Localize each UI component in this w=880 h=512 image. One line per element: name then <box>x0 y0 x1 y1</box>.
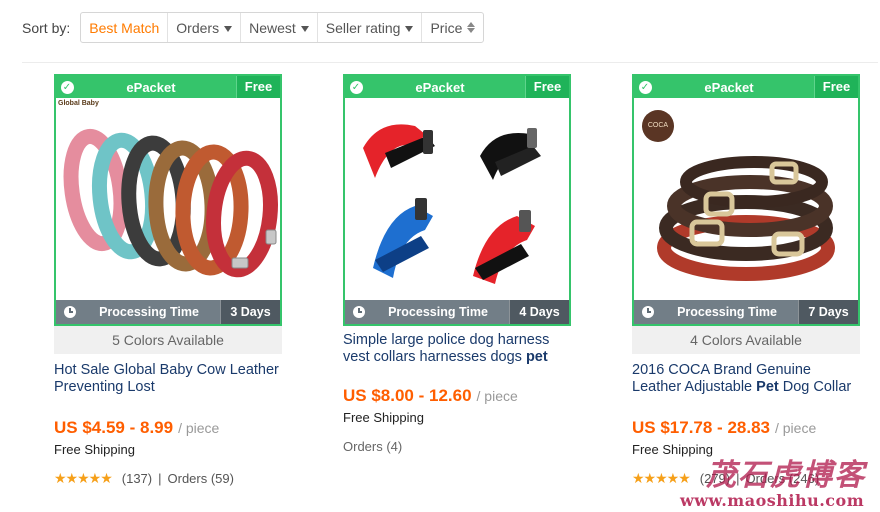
epacket-label: ePacket <box>415 79 465 95</box>
free-shipping: Free Shipping <box>343 410 424 425</box>
separator: | <box>158 471 162 486</box>
colors-available[interactable]: 5 Colors Available <box>54 326 282 354</box>
epacket-label: ePacket <box>126 79 176 95</box>
epacket-label: ePacket <box>704 79 754 95</box>
product-card: COCA ✓ ePacket Free Processing Time 7 Da… <box>632 74 860 487</box>
check-circle-icon: ✓ <box>634 80 656 94</box>
price-row: US $17.78 - 28.83 / piece <box>632 418 860 438</box>
product-price: US $17.78 - 28.83 <box>632 418 770 437</box>
epacket-banner: ✓ ePacket Free <box>345 76 569 98</box>
processing-time-label: Processing Time <box>388 305 488 319</box>
processing-time-label: Processing Time <box>677 305 777 319</box>
sort-price-label: Price <box>430 19 463 36</box>
product-title-link[interactable]: 2016 COCA Brand Genuine Leather Adjustab… <box>632 362 860 396</box>
sort-options: Best Match Orders Newest Seller rating P… <box>80 12 485 43</box>
title-text-end: Dog Collar <box>778 379 852 395</box>
orders-count[interactable]: Orders (59) <box>168 471 234 486</box>
product-card: Global Baby ✓ ePacket Free Processing Ti… <box>54 74 282 487</box>
product-image-harnesses[interactable] <box>345 98 569 300</box>
clock-icon <box>353 306 365 318</box>
watermark-brand: 茂石虎博客 <box>706 458 866 493</box>
product-image-frame[interactable]: COCA ✓ ePacket Free Processing Time 7 Da… <box>632 74 860 326</box>
watermark-url: www.maoshihu.com <box>680 491 865 510</box>
product-card: ✓ ePacket Free Processing Time 4 Days Si… <box>343 74 571 454</box>
clock-icon <box>64 306 76 318</box>
sort-newest[interactable]: Newest <box>241 13 318 42</box>
product-title-link[interactable]: Hot Sale Global Baby Cow Leather Prevent… <box>54 362 282 396</box>
chevron-down-icon <box>224 25 233 32</box>
sort-price[interactable]: Price <box>422 13 483 42</box>
chevron-down-icon <box>300 25 309 32</box>
processing-days: 3 Days <box>220 300 280 324</box>
product-price: US $4.59 - 8.99 <box>54 418 174 437</box>
epacket-banner: ✓ ePacket Free <box>56 76 280 98</box>
brand-logo-coca: COCA <box>642 110 674 142</box>
brand-logo-global-baby: Global Baby <box>58 100 99 107</box>
processing-days: 4 Days <box>509 300 569 324</box>
product-image-coca-collars[interactable]: COCA <box>634 98 858 300</box>
check-circle-icon: ✓ <box>345 80 367 94</box>
sort-orders[interactable]: Orders <box>168 13 242 42</box>
title-keyword: pet <box>525 349 548 365</box>
sort-updown-icon <box>467 22 476 33</box>
orders-count[interactable]: Orders (4) <box>343 439 571 454</box>
free-shipping: Free Shipping <box>54 442 135 457</box>
check-circle-icon: ✓ <box>56 80 78 94</box>
product-price: US $8.00 - 12.60 <box>343 386 472 405</box>
processing-time-bar: Processing Time 4 Days <box>345 300 569 324</box>
price-unit: / piece <box>178 420 220 436</box>
processing-time-bar: Processing Time 7 Days <box>634 300 858 324</box>
processing-time-bar: Processing Time 3 Days <box>56 300 280 324</box>
star-rating-icon[interactable]: ★★★★★ <box>54 470 113 487</box>
price-unit: / piece <box>476 388 518 404</box>
processing-time-label: Processing Time <box>99 305 199 319</box>
sort-best-match[interactable]: Best Match <box>81 13 169 42</box>
title-text: Simple large police dog harness vest col… <box>343 332 550 365</box>
sort-newest-label: Newest <box>249 19 296 36</box>
free-badge: Free <box>236 76 280 98</box>
clock-icon <box>642 306 654 318</box>
divider <box>22 62 878 63</box>
sort-orders-label: Orders <box>176 19 220 36</box>
product-title-link[interactable]: Simple large police dog harness vest col… <box>343 332 571 366</box>
sort-best-match-label: Best Match <box>89 19 160 36</box>
price-row: US $4.59 - 8.99 / piece <box>54 418 282 438</box>
sort-bar: Sort by: Best Match Orders Newest Seller… <box>22 12 485 43</box>
product-image-collars[interactable]: Global Baby <box>56 98 280 300</box>
sort-seller-rating-label: Seller rating <box>325 19 401 36</box>
free-badge: Free <box>525 76 569 98</box>
free-badge: Free <box>814 76 858 98</box>
epacket-banner: ✓ ePacket Free <box>634 76 858 98</box>
title-keyword: Pet <box>756 379 779 395</box>
colors-available[interactable]: 4 Colors Available <box>632 326 860 354</box>
star-rating-icon[interactable]: ★★★★★ <box>632 470 691 487</box>
product-image-frame[interactable]: ✓ ePacket Free Processing Time 4 Days <box>343 74 571 326</box>
processing-days: 7 Days <box>798 300 858 324</box>
price-row: US $8.00 - 12.60 / piece <box>343 386 571 406</box>
rating-row: ★★★★★ (137) | Orders (59) <box>54 470 282 487</box>
sort-label: Sort by: <box>22 19 71 36</box>
chevron-down-icon <box>405 25 414 32</box>
rating-count[interactable]: (137) <box>122 471 152 486</box>
price-unit: / piece <box>774 420 817 436</box>
product-image-frame[interactable]: Global Baby ✓ ePacket Free Processing Ti… <box>54 74 282 326</box>
sort-seller-rating[interactable]: Seller rating <box>318 13 423 42</box>
